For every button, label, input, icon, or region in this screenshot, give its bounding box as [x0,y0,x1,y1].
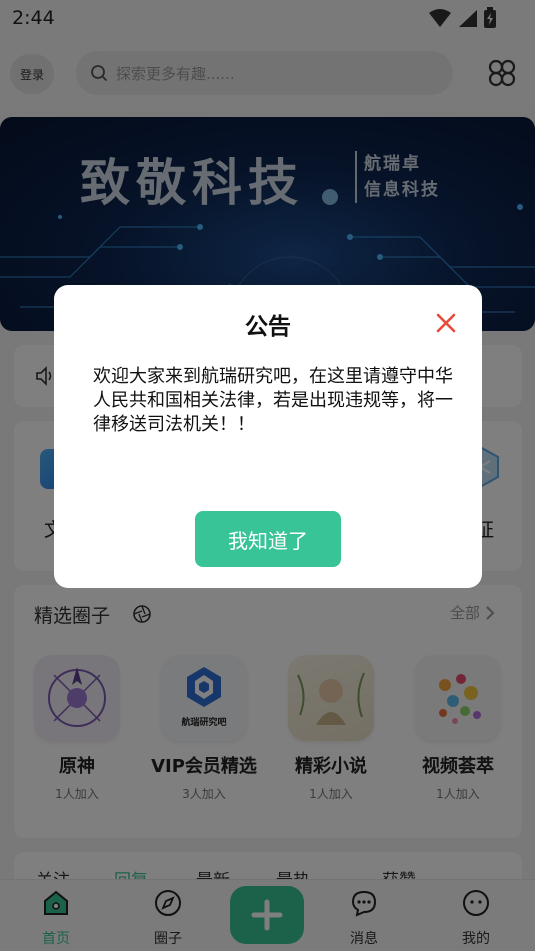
dialog-title: 公告 [245,314,291,340]
acknowledge-button[interactable]: 我知道了 [195,511,341,567]
dialog-body: 欢迎大家来到航瑞研究吧，在这里请遵守中华人民共和国相关法律，若是出现违规等，将一… [93,366,453,435]
announcement-dialog: 公告 欢迎大家来到航瑞研究吧，在这里请遵守中华人民共和国相关法律，若是出现违规等… [54,285,482,588]
close-icon[interactable] [434,311,458,335]
